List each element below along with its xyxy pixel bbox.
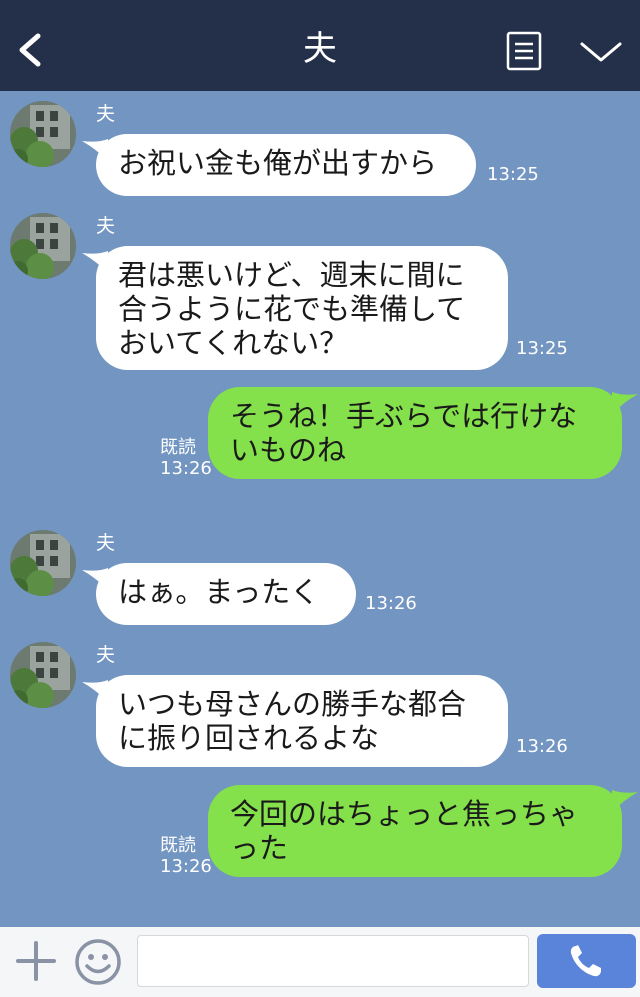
message-bubble[interactable]: お祝い金も俺が出すから	[96, 134, 476, 196]
chat-area[interactable]: 夫 お祝い金も俺が出すから 13:25 夫 君は悪いけど、週末に間に 合うように…	[0, 91, 640, 927]
phone-icon	[570, 945, 601, 977]
message-bubble[interactable]: 今回のはちょっと焦っちゃ った	[208, 785, 622, 877]
avatar[interactable]	[10, 530, 76, 596]
input-bar	[0, 927, 640, 997]
message-time: 13:25	[516, 338, 568, 359]
sender-name: 夫	[96, 532, 116, 554]
message-time: 13:26	[516, 736, 568, 757]
sender-name: 夫	[96, 644, 116, 666]
sender-name: 夫	[96, 215, 116, 237]
read-receipt: 既読	[160, 835, 196, 856]
message-time: 13:26	[160, 856, 212, 877]
message-time: 13:25	[487, 164, 539, 185]
list-icon[interactable]	[506, 31, 542, 71]
read-receipt: 既読	[160, 437, 196, 458]
avatar[interactable]	[10, 642, 76, 708]
bubble-tail	[612, 392, 638, 414]
smile-icon[interactable]	[73, 937, 123, 987]
chevron-down-icon[interactable]	[578, 36, 624, 66]
call-button[interactable]	[537, 934, 636, 988]
sender-name: 夫	[96, 103, 116, 125]
avatar[interactable]	[10, 213, 76, 279]
avatar-image-icon	[10, 642, 76, 708]
message-time: 13:26	[365, 593, 417, 614]
message-bubble[interactable]: 君は悪いけど、週末に間に 合うように花でも準備して おいてくれない？	[96, 246, 508, 370]
chat-title: 夫	[303, 29, 337, 69]
message-bubble[interactable]: いつも母さんの勝手な都合 に振り回されるよな	[96, 675, 508, 767]
bubble-tail	[612, 790, 638, 812]
avatar[interactable]	[10, 101, 76, 167]
avatar-image-icon	[10, 530, 76, 596]
message-bubble[interactable]: そうね！手ぶらでは行けな いものね	[208, 387, 622, 479]
chat-header: 夫	[0, 0, 640, 91]
message-bubble[interactable]: はぁ。まったく	[96, 563, 356, 625]
message-time: 13:26	[160, 458, 212, 479]
avatar-image-icon	[10, 101, 76, 167]
message-input[interactable]	[137, 935, 529, 987]
avatar-image-icon	[10, 213, 76, 279]
plus-icon[interactable]	[14, 939, 58, 983]
